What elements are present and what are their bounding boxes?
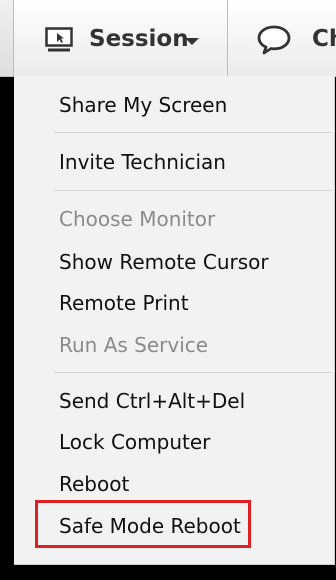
- menu-separator: [54, 372, 332, 373]
- chat-button[interactable]: Ch: [228, 0, 336, 76]
- menu-item-show-remote-cursor[interactable]: Show Remote Cursor: [59, 250, 269, 274]
- menu-item-run-as-service: Run As Service: [59, 333, 209, 357]
- menu-separator: [54, 132, 332, 133]
- monitor-icon: [45, 27, 73, 52]
- session-menu-button[interactable]: Session: [14, 0, 228, 76]
- menu-item-share-my-screen[interactable]: Share My Screen: [59, 93, 227, 117]
- chevron-down-icon: [185, 38, 199, 45]
- session-label: Session: [89, 26, 189, 52]
- toolbar: Session Ch: [0, 0, 336, 77]
- chat-label: Ch: [312, 26, 336, 52]
- toolbar-left-edge: [0, 0, 14, 76]
- session-dropdown-menu: Share My Screen Invite Technician Choose…: [14, 76, 335, 565]
- menu-item-invite-technician[interactable]: Invite Technician: [59, 150, 226, 174]
- menu-item-send-ctrl-alt-del[interactable]: Send Ctrl+Alt+Del: [59, 389, 245, 413]
- chat-bubble-icon: [257, 25, 291, 55]
- menu-item-remote-print[interactable]: Remote Print: [59, 291, 189, 315]
- menu-item-reboot[interactable]: Reboot: [59, 472, 129, 496]
- menu-separator: [54, 190, 332, 191]
- menu-item-choose-monitor: Choose Monitor: [59, 207, 216, 231]
- menu-item-lock-computer[interactable]: Lock Computer: [59, 430, 210, 454]
- highlight-box: [35, 500, 251, 548]
